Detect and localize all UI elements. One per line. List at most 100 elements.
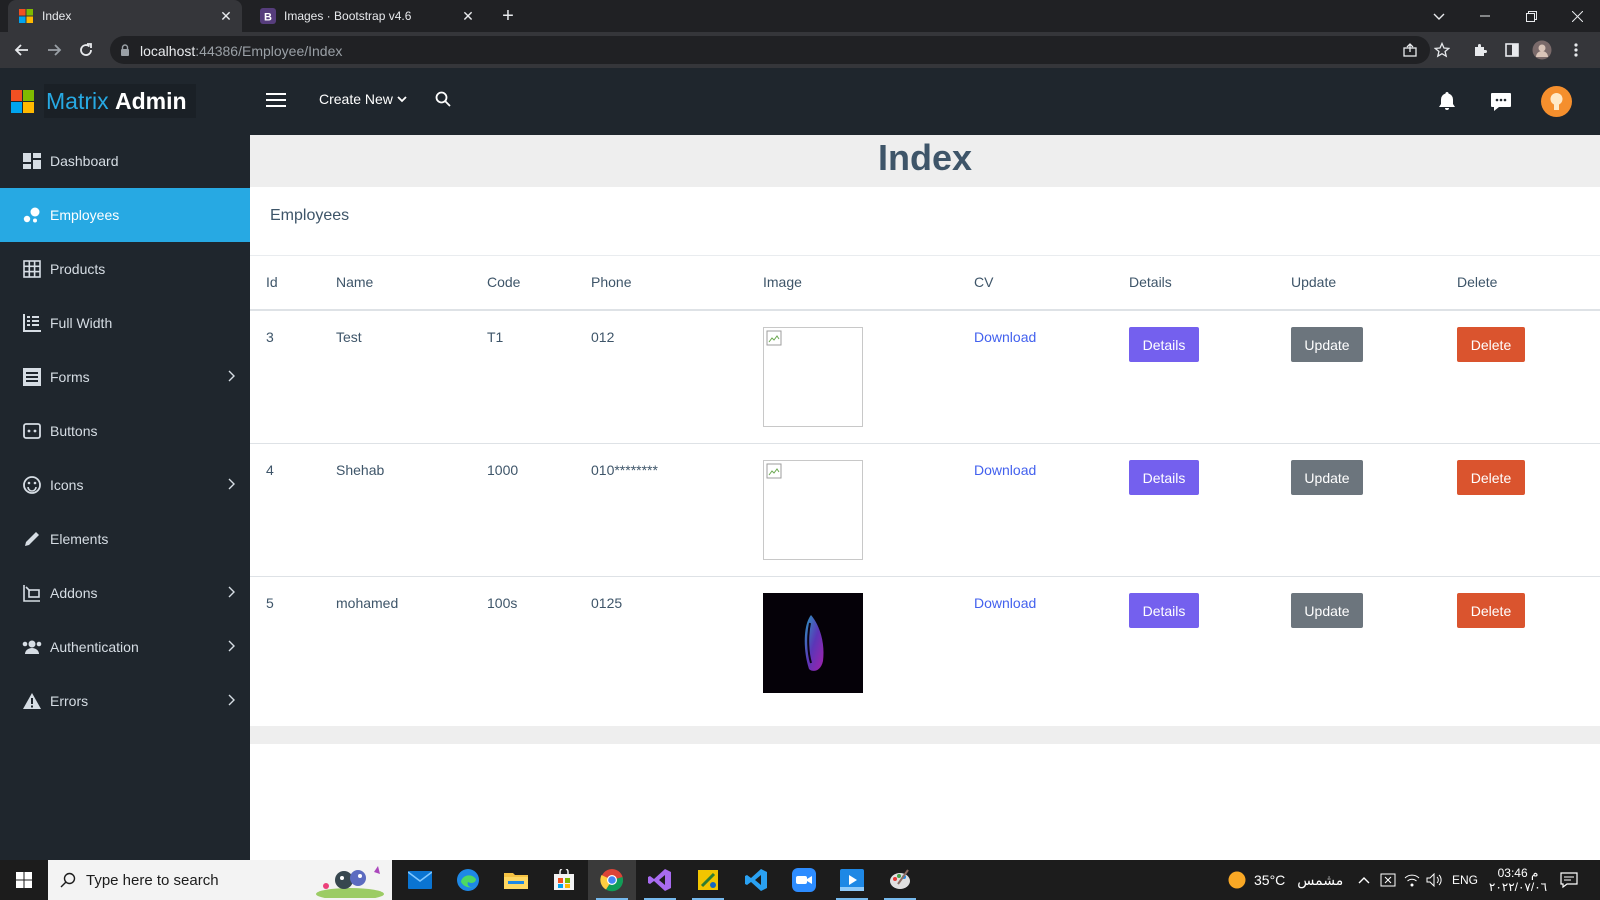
notifications-icon[interactable] [1560,860,1578,900]
tab-search-icon[interactable] [1416,0,1462,32]
delete-button[interactable]: Delete [1457,460,1525,495]
minimize-button[interactable] [1462,0,1508,32]
browser-menu-icon[interactable] [1566,40,1586,60]
bell-icon[interactable] [1438,91,1456,111]
row-divider [250,576,1600,577]
top-navbar: Create New [250,68,1600,135]
sidebar-item-forms[interactable]: Forms [0,350,250,404]
update-button[interactable]: Update [1291,460,1363,495]
restore-button[interactable] [1508,0,1554,32]
update-button[interactable]: Update [1291,593,1363,628]
cell-phone: 012 [591,329,615,345]
update-button[interactable]: Update [1291,327,1363,362]
sidebar-item-label: Full Width [50,315,113,331]
vscode-icon[interactable] [732,860,780,900]
file-explorer-icon[interactable] [492,860,540,900]
weather-widget[interactable]: 35°C مشمس [1228,860,1343,900]
input-method-icon[interactable] [1380,860,1396,900]
lock-icon [121,44,129,56]
sidebar-item-label: Icons [50,477,84,493]
users-icon [22,637,42,657]
reload-icon[interactable] [76,40,96,60]
chevron-right-icon [228,370,235,382]
cell-code: T1 [487,329,504,345]
sidebar-item-full-width[interactable]: Full Width [0,296,250,350]
browser-tab-bootstrap[interactable]: B Images · Bootstrap v4.6 ✕ [250,0,484,32]
hamburger-menu-icon[interactable] [266,92,286,108]
new-tab-button[interactable]: + [497,5,519,27]
show-hidden-icons-chevron-icon[interactable] [1358,860,1370,900]
taskbar-search-box[interactable]: Type here to search [48,860,392,900]
sidebar-item-label: Forms [50,369,90,385]
clock-date: ٢٠٢٢/٠٧/٠٦ [1488,880,1548,894]
edge-browser-icon[interactable] [444,860,492,900]
back-arrow-icon[interactable] [12,40,32,60]
divider [250,255,1600,256]
star-icon[interactable] [1432,40,1452,60]
wifi-icon[interactable] [1404,860,1420,900]
sidebar-item-buttons[interactable]: Buttons [0,404,250,458]
clock[interactable]: 03:46 م ٢٠٢٢/٠٧/٠٦ [1486,860,1550,900]
comment-icon[interactable] [1490,92,1512,112]
share-icon[interactable] [1400,40,1420,60]
address-bar[interactable]: localhost:44386/Employee/Index [110,36,1430,64]
page-title: Index [877,137,973,178]
close-window-button[interactable] [1554,0,1600,32]
browser-tab-index[interactable]: Index ✕ [8,0,242,32]
video-editor-icon[interactable] [828,860,876,900]
employee-image [763,593,863,693]
delete-button[interactable]: Delete [1457,593,1525,628]
chrome-app-icon[interactable] [588,860,636,900]
extensions-puzzle-icon[interactable] [1470,40,1490,60]
forward-arrow-icon[interactable] [44,40,64,60]
sidebar-item-employees[interactable]: Employees [0,188,250,242]
clock-time: 03:46 م [1497,866,1539,880]
zoom-app-icon[interactable] [780,860,828,900]
cv-download-link[interactable]: Download [974,462,1036,478]
details-button[interactable]: Details [1129,593,1199,628]
close-tab-icon[interactable]: ✕ [218,8,234,24]
browser-tab-title: Index [42,9,72,23]
create-new-dropdown[interactable]: Create New [319,91,407,107]
search-icon[interactable] [435,91,451,107]
sidebar-item-icons[interactable]: Icons [0,458,250,512]
grid-icon [22,259,42,279]
row-divider [250,443,1600,444]
sidebar-item-addons[interactable]: Addons [0,566,250,620]
sidebar-item-elements[interactable]: Elements [0,512,250,566]
cv-download-link[interactable]: Download [974,329,1036,345]
sidebar-item-errors[interactable]: Errors [0,674,250,728]
details-button[interactable]: Details [1129,460,1199,495]
sql-tool-icon[interactable] [684,860,732,900]
create-new-label: Create New [319,91,393,107]
close-tab-icon[interactable]: ✕ [460,8,476,24]
paint-app-icon[interactable] [876,860,924,900]
sidebar-item-dashboard[interactable]: Dashboard [0,134,250,188]
windows-start-icon[interactable] [0,860,48,900]
mail-app-icon[interactable] [396,860,444,900]
volume-icon[interactable] [1426,860,1442,900]
sidebar-item-authentication[interactable]: Authentication [0,620,250,674]
profile-avatar-icon[interactable] [1532,40,1552,60]
cell-name: mohamed [336,595,399,611]
details-button[interactable]: Details [1129,327,1199,362]
browser-toolbar: localhost:44386/Employee/Index [0,32,1600,68]
user-avatar[interactable] [1541,86,1572,117]
cell-code: 100s [487,595,518,611]
sidebar-item-products[interactable]: Products [0,242,250,296]
store-app-icon[interactable] [540,860,588,900]
cell-id: 3 [266,329,274,345]
column-header-details: Details [1129,274,1172,290]
cell-id: 5 [266,595,274,611]
windows-taskbar: Type here to search 35°C مشمس ENG 03:46 … [0,860,1600,900]
search-highlight-illustration-icon [316,866,384,898]
sidebar-item-label: Dashboard [50,153,119,169]
language-indicator[interactable]: ENG [1452,860,1478,900]
cv-download-link[interactable]: Download [974,595,1036,611]
visual-studio-icon[interactable] [636,860,684,900]
delete-button[interactable]: Delete [1457,327,1525,362]
side-panel-icon[interactable] [1502,40,1522,60]
cell-code: 1000 [487,462,519,478]
chevron-down-icon [397,96,407,103]
brand-logo[interactable]: Matrix Admin [0,68,250,134]
